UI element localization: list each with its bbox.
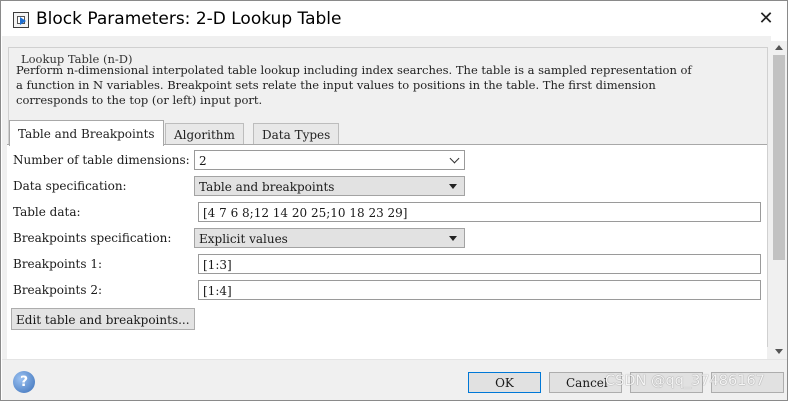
dropdown-arrow-icon [449, 184, 457, 189]
tab-algorithm[interactable]: Algorithm [165, 123, 244, 145]
scroll-down-icon[interactable] [775, 349, 783, 354]
scrollbar-thumb[interactable] [773, 55, 785, 260]
bp-spec-value: Explicit values [199, 232, 288, 246]
description-line: Perform n-dimensional interpolated table… [16, 63, 692, 77]
dimensions-label: Number of table dimensions: [13, 153, 190, 167]
bp1-label: Breakpoints 1: [13, 257, 103, 271]
dimensions-combo[interactable]: 2 [194, 150, 465, 170]
bp2-field[interactable]: [1:4] [198, 280, 761, 300]
description-line: a function in N variables. Breakpoint se… [16, 78, 656, 92]
help-icon[interactable]: ? [13, 371, 35, 393]
title-bar: Block Parameters: 2-D Lookup Table ✕ [2, 2, 787, 36]
bp1-field[interactable]: [1:3] [198, 254, 761, 274]
block-parameters-dialog: Block Parameters: 2-D Lookup Table ✕ Loo… [0, 0, 788, 401]
edit-table-button[interactable]: Edit table and breakpoints... [11, 308, 195, 330]
data-spec-label: Data specification: [13, 179, 127, 193]
data-spec-dropdown[interactable]: Table and breakpoints [194, 176, 465, 196]
simulink-block-icon [13, 12, 29, 28]
block-description: Perform n-dimensional interpolated table… [16, 63, 764, 108]
dimensions-value: 2 [199, 154, 207, 168]
chevron-down-icon [449, 153, 460, 164]
description-line: corresponds to the top (or left) input p… [16, 93, 263, 107]
tab-data-types[interactable]: Data Types [253, 123, 340, 145]
data-spec-value: Table and breakpoints [199, 180, 335, 194]
bp-spec-label: Breakpoints specification: [13, 231, 172, 245]
tab-table-and-breakpoints[interactable]: Table and Breakpoints [9, 120, 164, 146]
dialog-title: Block Parameters: 2-D Lookup Table [36, 9, 342, 29]
close-icon[interactable]: ✕ [755, 8, 777, 30]
table-data-label: Table data: [13, 205, 81, 219]
bp2-label: Breakpoints 2: [13, 283, 103, 297]
dropdown-arrow-icon [449, 236, 457, 241]
bp-spec-dropdown[interactable]: Explicit values [194, 228, 465, 248]
scroll-up-icon[interactable] [775, 45, 783, 50]
watermark: CSDN @qq_37486167 [605, 373, 765, 389]
ok-button[interactable]: OK [468, 372, 541, 393]
table-data-field[interactable]: [4 7 6 8;12 14 20 25;10 18 23 29] [198, 202, 761, 222]
vertical-scrollbar[interactable] [771, 41, 787, 359]
